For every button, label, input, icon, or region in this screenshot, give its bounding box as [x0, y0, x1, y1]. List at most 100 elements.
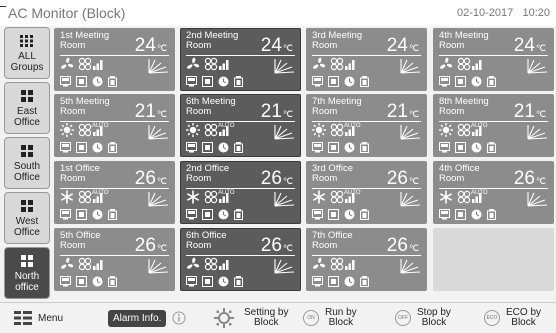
sidebar-item-all-groups[interactable]: ALL Groups	[4, 27, 50, 79]
mode-heat-icon	[312, 122, 326, 142]
info-icon	[172, 311, 186, 325]
timer-icon	[92, 142, 103, 152]
filter-sign-icon	[439, 141, 450, 152]
alarm-info-label: Alarm Info.	[108, 309, 167, 327]
lock-icon	[234, 75, 243, 87]
room-name: 3rd Office Room	[312, 163, 354, 184]
setting-by-block-button[interactable]: Setting by Block	[214, 303, 288, 333]
sidebar-item-north-office[interactable]: North office	[4, 247, 50, 299]
room-name: 2nd Office Room	[186, 163, 230, 184]
schedule-icon	[328, 141, 339, 153]
fan-speed-icon	[204, 257, 230, 276]
room-card[interactable]: 3rd Meeting Room 24℃	[306, 28, 427, 91]
room-temperature: 26℃	[260, 235, 293, 256]
filter-sign-icon	[186, 275, 197, 286]
card-divider	[60, 55, 169, 56]
title-bar: AC Monitor (Block) 02-10-2017 10:20	[0, 0, 556, 26]
room-temperature: 24℃	[260, 35, 293, 56]
stop-by-block-button[interactable]: OFF Stop by Block	[395, 303, 451, 333]
filter-sign-icon	[312, 208, 323, 219]
room-card[interactable]: 7th Office Room 26℃	[306, 228, 427, 291]
schedule-icon	[76, 141, 87, 153]
room-card[interactable]: 4th Meeting Room 24℃	[433, 28, 554, 91]
room-card[interactable]: 1st Office Room 26℃ AUTO	[54, 161, 175, 224]
auto-label: AUTO	[92, 123, 109, 129]
feature-icons	[312, 275, 369, 287]
feature-icons	[439, 141, 496, 153]
room-card[interactable]: 2nd Office Room 26℃ AUTO	[180, 161, 301, 224]
sidebar-item-east-office[interactable]: East Office	[4, 82, 50, 134]
timer-icon	[218, 276, 229, 286]
alarm-info-button[interactable]: Alarm Info.	[108, 303, 186, 333]
sidebar-item-label: East Office	[14, 106, 40, 128]
feature-icons	[186, 75, 243, 87]
room-name: 1st Meeting Room	[60, 30, 110, 51]
room-card[interactable]: 7th Meeting Room 21℃ AUTO	[306, 94, 427, 157]
status-icons	[439, 57, 483, 74]
menu-button[interactable]: Menu	[14, 303, 63, 333]
filter-sign-icon	[312, 141, 323, 152]
run-by-block-label: Run by Block	[325, 307, 357, 328]
card-divider	[60, 255, 169, 256]
mode-fan-icon	[60, 257, 74, 276]
timer-icon	[344, 276, 355, 286]
room-card[interactable]: 8th Meeting Room 21℃ AUTO	[433, 94, 554, 157]
status-icons	[312, 57, 356, 74]
mode-cool-icon	[186, 190, 200, 209]
schedule-icon	[76, 75, 87, 87]
status-icons	[60, 57, 104, 76]
feature-icons	[312, 75, 369, 87]
room-card[interactable]: 6th Meeting Room 21℃ AUTO	[180, 94, 301, 157]
room-name: 6th Meeting Room	[186, 96, 236, 117]
card-divider	[186, 188, 295, 189]
room-name: 4th Meeting Room	[439, 30, 489, 51]
eco-by-block-button[interactable]: ECO ECO by Block	[484, 303, 541, 333]
lock-icon	[234, 208, 243, 220]
room-name: 7th Meeting Room	[312, 96, 362, 117]
sidebar-item-label: West Office	[14, 216, 40, 238]
lock-icon	[108, 208, 117, 220]
run-by-block-button[interactable]: ON Run by Block	[303, 303, 357, 333]
schedule-icon	[455, 141, 466, 153]
power-off-icon: OFF	[395, 310, 411, 326]
room-name: 2nd Meeting Room	[186, 30, 239, 51]
lock-icon	[108, 141, 117, 153]
schedule-icon	[455, 208, 466, 220]
room-temperature: 21℃	[260, 101, 293, 122]
room-card[interactable]: 2nd Meeting Room 24℃	[180, 28, 301, 91]
mode-fan-icon	[60, 57, 74, 76]
lock-icon	[234, 275, 243, 287]
feature-icons	[60, 275, 117, 287]
timer-icon	[218, 76, 229, 86]
filter-sign-icon	[312, 275, 323, 286]
eco-icon: ECO	[484, 310, 500, 326]
status-icons	[186, 257, 230, 276]
room-card[interactable]: 1st Meeting Room 24℃	[54, 28, 175, 91]
room-card[interactable]: 3rd Office Room 26℃ AUTO	[306, 161, 427, 224]
schedule-icon	[202, 208, 213, 220]
sidebar-item-label: ALL Groups	[10, 51, 44, 73]
louver-icon	[273, 191, 295, 212]
room-card[interactable]: 6th Office Room 26℃	[180, 228, 301, 291]
time-text: 10:20	[522, 7, 550, 19]
room-temperature: 26℃	[386, 235, 419, 256]
mode-cool-icon	[60, 190, 74, 209]
room-card[interactable]: 5th Meeting Room 21℃ AUTO	[54, 94, 175, 157]
room-temperature: 26℃	[134, 235, 167, 256]
filter-sign-icon	[186, 208, 197, 219]
bottom-toolbar: Menu Alarm Info. Setting by Block ON Run…	[0, 302, 556, 333]
room-temperature: 21℃	[513, 101, 546, 122]
schedule-icon	[76, 208, 87, 220]
room-card[interactable]: 5th Office Room 26℃	[54, 228, 175, 291]
filter-sign-icon	[312, 75, 323, 86]
feature-icons	[312, 141, 369, 153]
timer-icon	[344, 142, 355, 152]
sidebar-item-south-office[interactable]: South Office	[4, 137, 50, 189]
card-divider	[312, 255, 421, 256]
timer-icon	[92, 76, 103, 86]
timer-icon	[344, 209, 355, 219]
schedule-icon	[328, 275, 339, 287]
room-card[interactable]: 4th Office Room 26℃ AUTO	[433, 161, 554, 224]
sidebar-item-west-office[interactable]: West Office	[4, 192, 50, 244]
auto-label: AUTO	[344, 123, 361, 129]
